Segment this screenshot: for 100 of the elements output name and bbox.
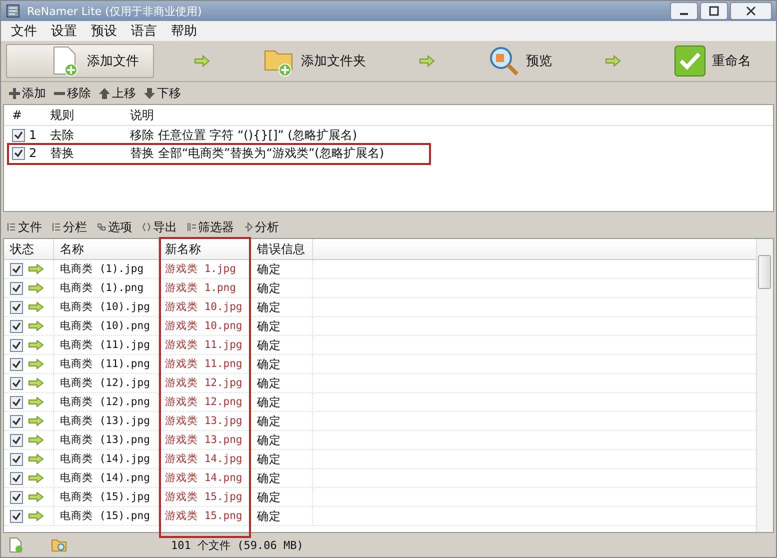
column-header[interactable]: 状态: [4, 239, 54, 259]
file-name-cell: 电商类 (13).png: [54, 431, 159, 449]
checkbox[interactable]: [10, 358, 23, 370]
arrow-icon: [28, 321, 44, 331]
tab-icon: [244, 222, 253, 232]
toolbar-button[interactable]: 添加文件夹: [250, 43, 379, 79]
menu-item[interactable]: 预设: [91, 22, 117, 40]
panel-tab[interactable]: 选项: [97, 218, 132, 236]
checkbox[interactable]: [12, 128, 25, 142]
menu-item[interactable]: 设置: [51, 22, 77, 40]
rule-action-button[interactable]: 上移: [99, 84, 136, 102]
maximize-button[interactable]: [700, 2, 728, 20]
rule-description: 替换 全部“电商类”替换为“游戏类”(忽略扩展名): [130, 144, 386, 162]
panel-tab[interactable]: 导出: [142, 218, 177, 236]
new-name-cell: 游戏类 12.png: [159, 393, 251, 411]
column-header[interactable]: 规则: [50, 106, 130, 124]
file-name-cell: 电商类 (11).png: [54, 355, 159, 373]
tab-icon: [52, 222, 61, 232]
arrow-icon: [28, 454, 44, 464]
rule-action-button[interactable]: 添加: [9, 84, 46, 102]
toolbar-button[interactable]: 重命名: [661, 43, 764, 79]
tab-icon: [187, 222, 196, 232]
arrow-icon: [28, 473, 44, 483]
checkbox[interactable]: [10, 490, 23, 504]
checkbox[interactable]: [10, 510, 23, 522]
file-name-cell: 电商类 (1).jpg: [54, 260, 159, 278]
close-button[interactable]: [730, 2, 772, 20]
toolbar-button[interactable]: 预览: [475, 43, 565, 79]
maximize-icon: [709, 6, 719, 16]
column-header[interactable]: 新名称: [159, 239, 251, 259]
rule-number: 2: [29, 146, 37, 160]
tab-icon: [97, 222, 106, 232]
file-name-cell: 电商类 (11).jpg: [54, 336, 159, 354]
menu-item[interactable]: 帮助: [171, 22, 197, 40]
panel-tab[interactable]: 分栏: [52, 218, 87, 236]
checkbox[interactable]: [10, 434, 23, 446]
file-name-cell: 电商类 (10).jpg: [54, 298, 159, 316]
minimize-icon: [680, 13, 688, 15]
status-cell: 确定: [251, 412, 313, 430]
status-cell: 确定: [251, 431, 313, 449]
scroll-thumb[interactable]: [758, 255, 771, 289]
panel-tab[interactable]: 文件: [7, 218, 42, 236]
rule-name: 去除: [50, 126, 75, 144]
status-cell: 确定: [251, 355, 313, 373]
checkbox[interactable]: [10, 262, 23, 276]
add-file-icon: [9, 537, 23, 553]
arrow-icon: [605, 55, 621, 67]
checkbox[interactable]: [10, 282, 23, 294]
checkbox[interactable]: [10, 376, 23, 390]
arrow-icon: [28, 492, 44, 502]
arrow-icon: [28, 340, 44, 350]
scrollbar[interactable]: [756, 239, 773, 532]
status-cell: 确定: [251, 488, 313, 506]
column-header[interactable]: 错误信息: [251, 239, 313, 259]
menu-item[interactable]: 语言: [131, 22, 157, 40]
arrow-icon: [28, 264, 44, 274]
rule-number: 1: [29, 128, 37, 142]
new-name-cell: 游戏类 14.png: [159, 469, 251, 487]
column-header[interactable]: #: [4, 108, 50, 122]
menu-item[interactable]: 文件: [11, 22, 37, 40]
arrow-icon: [28, 302, 44, 312]
new-name-cell: 游戏类 13.png: [159, 431, 251, 449]
file-name-cell: 电商类 (15).png: [54, 507, 159, 525]
panel-tab[interactable]: 筛选器: [187, 218, 234, 236]
column-header[interactable]: 说明: [130, 106, 773, 124]
window-title: ReNamer Lite (仅用于非商业使用): [27, 4, 202, 18]
down-arrow-icon: [144, 88, 155, 98]
status-cell: 确定: [251, 450, 313, 468]
checkbox[interactable]: [10, 338, 23, 352]
new-name-cell: 游戏类 11.jpg: [159, 336, 251, 354]
check-icon: [674, 45, 706, 77]
checkbox[interactable]: [10, 452, 23, 466]
rule-action-button[interactable]: 下移: [144, 84, 181, 102]
arrow-icon: [28, 435, 44, 445]
file-name-cell: 电商类 (12).png: [54, 393, 159, 411]
arrow-icon: [28, 511, 44, 521]
status-cell: 确定: [251, 393, 313, 411]
checkbox[interactable]: [10, 300, 23, 314]
checkbox[interactable]: [10, 472, 23, 484]
checkbox[interactable]: [10, 320, 23, 332]
checkbox[interactable]: [12, 146, 25, 160]
rule-action-button[interactable]: 移除: [54, 84, 91, 102]
checkbox[interactable]: [10, 414, 23, 428]
new-name-cell: 游戏类 13.jpg: [159, 412, 251, 430]
toolbar-button[interactable]: 添加文件: [6, 44, 154, 78]
file-name-cell: 电商类 (15).jpg: [54, 488, 159, 506]
rule-name: 替换: [50, 144, 75, 162]
status-cell: 确定: [251, 317, 313, 335]
new-name-cell: 游戏类 12.jpg: [159, 374, 251, 392]
checkbox[interactable]: [10, 396, 23, 408]
status-cell: 确定: [251, 469, 313, 487]
new-name-cell: 游戏类 10.png: [159, 317, 251, 335]
minimize-button[interactable]: [670, 2, 698, 20]
file-name-cell: 电商类 (13).jpg: [54, 412, 159, 430]
folder-search-icon: [51, 537, 67, 553]
column-header[interactable]: 名称: [54, 239, 159, 259]
new-name-cell: 游戏类 11.png: [159, 355, 251, 373]
status-cell: 确定: [251, 260, 313, 278]
panel-tab[interactable]: 分析: [244, 218, 279, 236]
app-icon: [5, 3, 21, 19]
